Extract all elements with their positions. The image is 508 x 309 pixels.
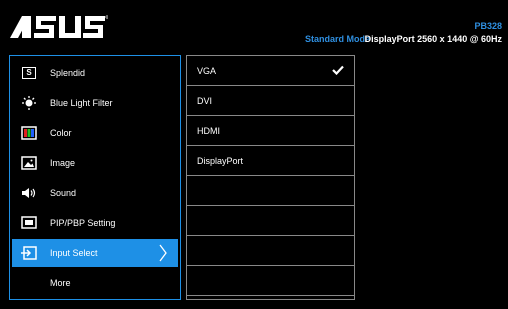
empty-row	[187, 236, 354, 266]
color-icon	[20, 126, 38, 140]
input-option-label: DVI	[197, 95, 213, 106]
input-option-label: HDMI	[197, 125, 220, 136]
input-option-dvi[interactable]: DVI	[187, 86, 354, 116]
chevron-right-icon	[158, 243, 168, 265]
osd-header: PB328 Standard Mode DisplayPort 2560 x 1…	[0, 0, 508, 52]
model-name: PB328	[474, 21, 502, 31]
menu-item-label: Splendid	[50, 68, 86, 78]
menu-item-label: Input Select	[50, 248, 98, 258]
input-select-icon	[20, 246, 38, 260]
menu-item-image[interactable]: Image	[12, 149, 178, 177]
empty-row	[187, 176, 354, 206]
main-menu: S Splendid Blue Light Filter Color Image…	[9, 55, 181, 300]
input-option-vga[interactable]: VGA	[187, 56, 354, 86]
splendid-icon: S	[20, 66, 38, 80]
menu-item-input-select[interactable]: Input Select	[12, 239, 178, 267]
menu-item-label: Sound	[50, 188, 77, 198]
menu-item-sound[interactable]: Sound	[12, 179, 178, 207]
checkmark-icon	[332, 65, 344, 77]
speaker-icon	[20, 186, 38, 200]
signal-info: DisplayPort 2560 x 1440 @ 60Hz	[364, 34, 502, 44]
input-option-label: VGA	[197, 65, 217, 76]
menu-item-label: Blue Light Filter	[50, 98, 113, 108]
image-icon	[20, 156, 38, 170]
menu-item-label: Color	[50, 128, 72, 138]
asus-logo	[8, 12, 112, 42]
empty-row	[187, 206, 354, 236]
input-select-submenu: VGA DVI HDMI DisplayPort	[186, 55, 355, 300]
menu-item-more[interactable]: More	[12, 269, 178, 297]
menu-item-label: PIP/PBP Setting	[50, 218, 116, 228]
input-option-displayport[interactable]: DisplayPort	[187, 146, 354, 176]
menu-item-splendid[interactable]: S Splendid	[12, 59, 178, 87]
blue-light-filter-icon	[20, 96, 38, 110]
input-option-label: DisplayPort	[197, 155, 244, 166]
menu-item-color[interactable]: Color	[12, 119, 178, 147]
menu-item-pip-pbp[interactable]: PIP/PBP Setting	[12, 209, 178, 237]
menu-item-label: More	[50, 278, 71, 288]
input-option-hdmi[interactable]: HDMI	[187, 116, 354, 146]
empty-row	[187, 266, 354, 296]
menu-item-blue-light-filter[interactable]: Blue Light Filter	[12, 89, 178, 117]
menu-item-label: Image	[50, 158, 76, 168]
pip-icon	[20, 216, 38, 230]
mode-label: Standard Mode	[304, 34, 370, 44]
